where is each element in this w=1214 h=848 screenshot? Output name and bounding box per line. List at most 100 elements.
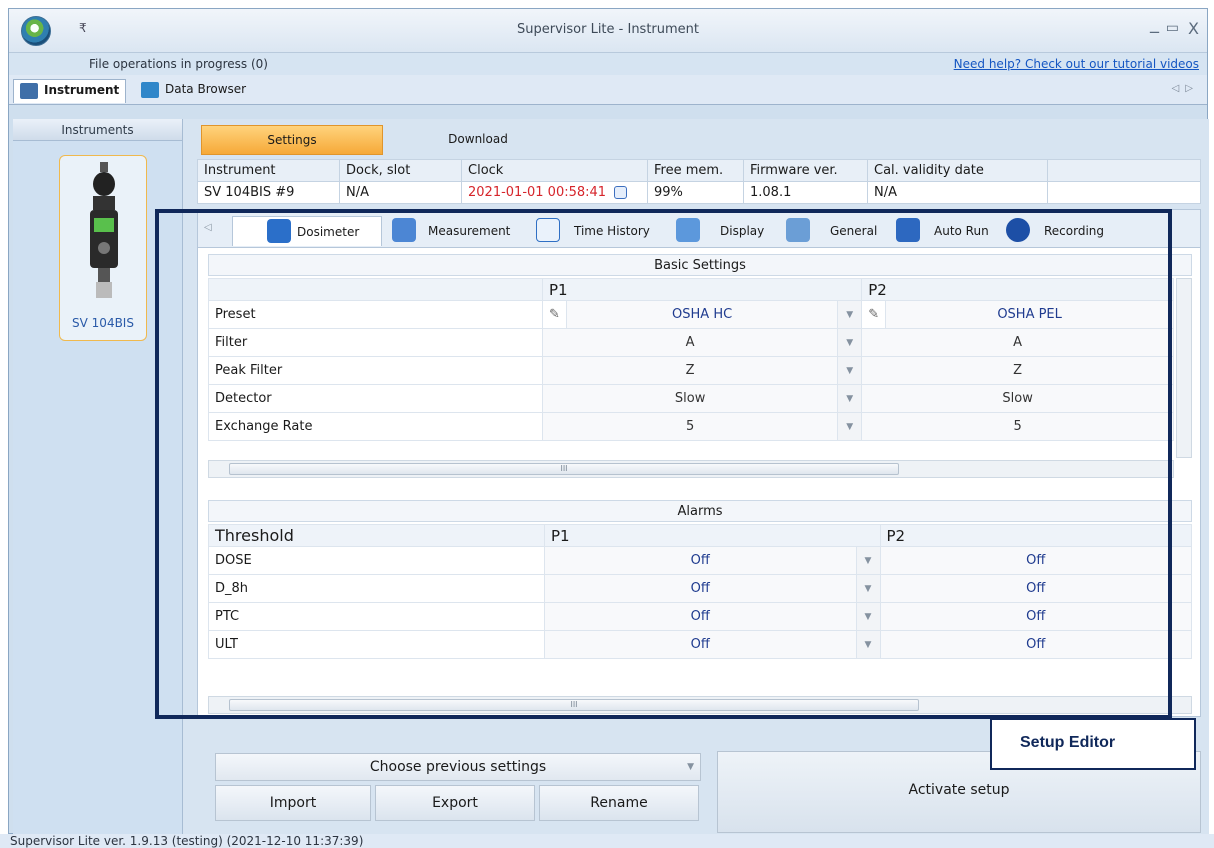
tab-display[interactable]: Display	[672, 216, 778, 246]
peak-filter-p1-select[interactable]: Z	[541, 356, 839, 385]
chevron-down-icon[interactable]: ▼	[837, 300, 863, 329]
table-row: D_8h Off ▼ Off	[208, 574, 1192, 603]
chevron-down-icon[interactable]: ▼	[837, 328, 863, 357]
tab-recording[interactable]: Recording	[1002, 216, 1122, 246]
row-label: Filter	[208, 328, 543, 357]
grid-header-row: P1 P2	[208, 278, 1174, 301]
help-link[interactable]: Need help? Check out our tutorial videos	[954, 57, 1199, 71]
chevron-down-icon[interactable]: ▼	[837, 412, 863, 441]
tab-download[interactable]: Download	[403, 125, 553, 155]
rename-button[interactable]: Rename	[539, 785, 699, 821]
tab-data-browser[interactable]: Data Browser	[135, 79, 252, 103]
preset-p2-select[interactable]: OSHA PEL	[885, 300, 1174, 329]
close-button[interactable]: X	[1188, 19, 1199, 38]
d8h-p2-select[interactable]: Off	[879, 574, 1192, 603]
chevron-down-icon[interactable]: ▼	[837, 384, 863, 413]
setup-editor-tabs: ◁ Dosimeter Measurement Time History Dis…	[198, 210, 1200, 248]
tab-instrument-label: Instrument	[44, 83, 120, 97]
row-label: Exchange Rate	[208, 412, 543, 441]
table-cell: 1.08.1	[743, 181, 868, 204]
display-icon	[676, 218, 700, 242]
d8h-p1-select[interactable]: Off	[544, 574, 857, 603]
dose-p2-select[interactable]: Off	[879, 546, 1192, 575]
setup-editor-callout: Setup Editor	[990, 718, 1196, 770]
column-header: Cal. validity date	[867, 159, 1048, 182]
table-row: Exchange Rate 5 ▼ 5	[208, 412, 1174, 441]
tab-general[interactable]: General	[782, 216, 888, 246]
chevron-down-icon[interactable]: ▼	[837, 356, 863, 385]
headphones-icon	[267, 219, 291, 243]
tabs-scroll-left[interactable]: ◁	[204, 222, 212, 233]
tab-scroll-arrows[interactable]: ◁▷	[1172, 83, 1199, 94]
tab-measurement[interactable]: Measurement	[386, 216, 526, 246]
instrument-name: SV 104BIS	[72, 316, 134, 330]
basic-settings-title: Basic Settings	[208, 254, 1192, 276]
alarms-hscroll[interactable]: III	[208, 696, 1192, 714]
export-button[interactable]: Export	[375, 785, 535, 821]
filter-p1-select[interactable]: A	[541, 328, 839, 357]
table-header-row: Instrument Dock, slot Clock Free mem. Fi…	[197, 159, 1201, 182]
scroll-thumb[interactable]: III	[229, 699, 919, 711]
basic-settings-hscroll[interactable]: III	[208, 460, 1174, 478]
row-label: PTC	[208, 602, 545, 631]
data-browser-icon	[141, 82, 159, 98]
tab-time-history[interactable]: Time History	[530, 216, 666, 246]
scroll-thumb[interactable]: III	[229, 463, 899, 475]
detector-p2-select[interactable]: Slow	[861, 384, 1174, 413]
dosimeter-device-icon	[90, 162, 118, 298]
clock-value: 2021-01-01 00:58:41	[468, 185, 607, 200]
import-button[interactable]: Import	[215, 785, 371, 821]
dose-p1-select[interactable]: Off	[544, 546, 857, 575]
column-header: Free mem.	[647, 159, 744, 182]
window-title: Supervisor Lite - Instrument	[516, 22, 700, 37]
exchange-rate-p2-select[interactable]: 5	[861, 412, 1174, 441]
minimize-button[interactable]: _	[1150, 13, 1159, 34]
table-cell: SV 104BIS #9	[197, 181, 340, 204]
column-header-p2: P2	[861, 278, 1174, 301]
basic-settings-vscroll[interactable]	[1176, 278, 1192, 458]
ptc-p2-select[interactable]: Off	[879, 602, 1192, 631]
filter-p2-select[interactable]: A	[861, 328, 1174, 357]
tab-auto-run-label: Auto Run	[934, 224, 989, 238]
tab-settings[interactable]: Settings	[201, 125, 383, 155]
ptc-p1-select[interactable]: Off	[544, 602, 857, 631]
chevron-down-icon[interactable]: ▼	[855, 630, 881, 659]
rec-icon	[1006, 218, 1030, 242]
choose-previous-settings-label: Choose previous settings	[369, 759, 547, 775]
table-row[interactable]: SV 104BIS #9 N/A 2021-01-01 00:58:41 99%…	[197, 181, 1201, 204]
column-header-threshold: Threshold	[208, 524, 545, 547]
gears-icon	[786, 218, 810, 242]
instrument-info-table: Instrument Dock, slot Clock Free mem. Fi…	[197, 159, 1201, 204]
choose-previous-settings-select[interactable]: Choose previous settings ▼	[215, 753, 701, 781]
ult-p1-select[interactable]: Off	[544, 630, 857, 659]
chevron-down-icon[interactable]: ▼	[855, 602, 881, 631]
instrument-card[interactable]: SV 104BIS	[59, 155, 147, 341]
detector-p1-select[interactable]: Slow	[541, 384, 839, 413]
tab-display-label: Display	[720, 224, 765, 238]
column-header: Clock	[461, 159, 648, 182]
ult-p2-select[interactable]: Off	[879, 630, 1192, 659]
peak-filter-p2-select[interactable]: Z	[861, 356, 1174, 385]
file-operations-status: File operations in progress (0)	[89, 57, 268, 71]
tab-data-browser-label: Data Browser	[165, 82, 247, 96]
column-header: Firmware ver.	[743, 159, 868, 182]
tab-time-history-label: Time History	[574, 224, 650, 238]
row-label: Detector	[208, 384, 543, 413]
setup-editor: ◁ Dosimeter Measurement Time History Dis…	[197, 209, 1201, 717]
edit-preset-icon[interactable]: ✎	[542, 300, 567, 329]
table-cell: 99%	[647, 181, 744, 204]
tab-instrument[interactable]: Instrument	[13, 79, 127, 103]
tab-dosimeter[interactable]: Dosimeter	[232, 216, 382, 246]
preset-p1-select[interactable]: OSHA HC	[565, 300, 839, 329]
chevron-down-icon[interactable]: ▼	[855, 574, 881, 603]
clock-sync-icon[interactable]	[614, 186, 628, 199]
chevron-down-icon[interactable]: ▼	[855, 546, 881, 575]
basic-settings-grid: P1 P2 Preset ✎ OSHA HC ▼ ✎ OSHA PEL Filt…	[208, 278, 1174, 441]
exchange-rate-p1-select[interactable]: 5	[541, 412, 839, 441]
app-window: ₹ Supervisor Lite - Instrument _ ▭ X Fil…	[8, 8, 1209, 837]
tab-auto-run[interactable]: Auto Run	[892, 216, 996, 246]
clock-cell: 2021-01-01 00:58:41	[461, 181, 648, 204]
column-header-p2: P2	[879, 524, 1192, 547]
maximize-button[interactable]: ▭	[1166, 20, 1179, 36]
edit-preset-icon[interactable]: ✎	[861, 300, 887, 329]
